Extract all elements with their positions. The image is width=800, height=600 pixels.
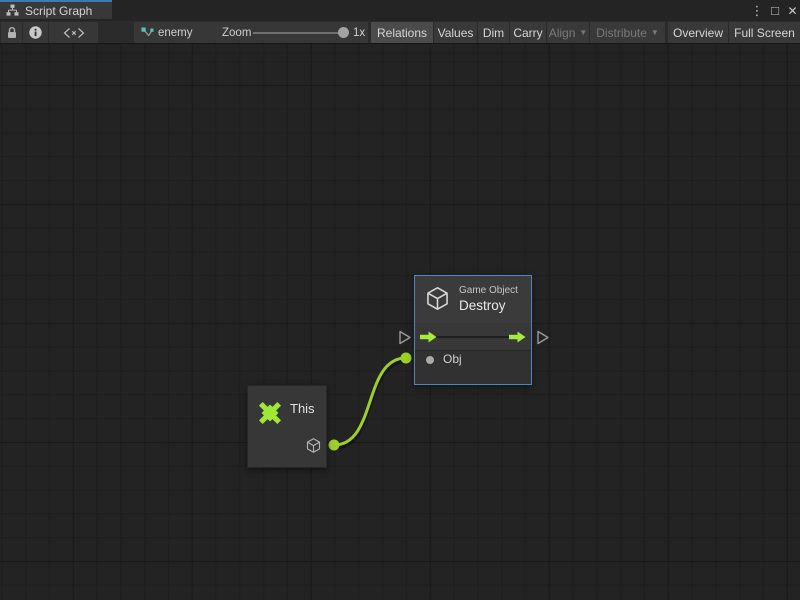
- graph-asset-icon: [138, 22, 156, 43]
- overview-button[interactable]: Overview: [668, 22, 729, 43]
- graph-hierarchy-icon: [6, 4, 19, 17]
- flow-input-triangle-icon[interactable]: [398, 330, 412, 345]
- this-node-title: This: [290, 401, 315, 416]
- relations-button[interactable]: Relations: [371, 22, 434, 43]
- dim-button[interactable]: Dim: [478, 22, 510, 43]
- flow-out-arrow-icon[interactable]: [509, 331, 526, 343]
- connector-visibility-button[interactable]: [49, 22, 98, 43]
- title-bar: Script Graph ⋮ □ ✕: [0, 0, 800, 21]
- game-object-cube-icon: [424, 285, 451, 312]
- game-object-output-port-cube-icon[interactable]: [305, 437, 322, 454]
- connection-layer: [0, 44, 800, 600]
- values-label: Values: [438, 26, 474, 40]
- carry-button[interactable]: Carry: [510, 22, 547, 43]
- destroy-node-flow-row: [415, 323, 531, 351]
- flow-output-triangle-icon[interactable]: [536, 330, 550, 345]
- full-screen-label: Full Screen: [734, 26, 795, 40]
- align-label: Align: [549, 26, 576, 40]
- obj-input-port[interactable]: [426, 356, 434, 364]
- zoom-slider-track[interactable]: [253, 32, 341, 34]
- close-icon[interactable]: ✕: [785, 0, 800, 21]
- info-icon: [29, 26, 42, 39]
- code-angle-icon: [63, 27, 85, 39]
- graph-name-label: enemy: [158, 21, 193, 44]
- values-button[interactable]: Values: [434, 22, 478, 43]
- dim-label: Dim: [483, 26, 504, 40]
- tab-script-graph[interactable]: Script Graph: [0, 0, 112, 19]
- zoom-label: Zoom: [222, 21, 251, 44]
- wire-start-dot: [329, 440, 340, 451]
- maximize-icon[interactable]: □: [767, 0, 783, 21]
- carry-label: Carry: [513, 26, 542, 40]
- relations-label: Relations: [377, 26, 427, 40]
- destroy-node-name: Destroy: [459, 298, 506, 313]
- node-this[interactable]: This: [247, 385, 327, 468]
- overview-label: Overview: [673, 26, 723, 40]
- obj-port-label: Obj: [443, 352, 462, 366]
- zoom-level-value: 1x: [353, 21, 365, 44]
- node-destroy[interactable]: Game Object Destroy Obj: [414, 275, 532, 385]
- graph-toolbar: enemy Zoom 1x Relations Values Dim Carry…: [0, 21, 800, 44]
- destroy-node-category: Game Object: [459, 285, 518, 296]
- relation-line: [436, 336, 510, 338]
- lock-button[interactable]: [1, 22, 22, 43]
- destroy-node-header: Game Object Destroy: [415, 276, 531, 323]
- align-button[interactable]: Align ▼: [547, 22, 590, 43]
- chevron-down-icon: ▼: [651, 29, 659, 37]
- tab-title: Script Graph: [25, 4, 92, 18]
- value-wire[interactable]: [334, 358, 406, 445]
- full-screen-button[interactable]: Full Screen: [729, 22, 800, 43]
- flow-in-arrow-icon[interactable]: [420, 331, 437, 343]
- distribute-label: Distribute: [596, 26, 647, 40]
- window-menu-icon[interactable]: ⋮: [750, 0, 764, 21]
- lock-icon: [6, 26, 18, 39]
- distribute-button[interactable]: Distribute ▼: [590, 22, 665, 43]
- info-button[interactable]: [23, 22, 48, 43]
- destroy-node-obj-row: Obj: [415, 351, 531, 384]
- this-self-icon: [255, 398, 285, 428]
- script-graph-window: Script Graph ⋮ □ ✕: [0, 0, 800, 600]
- graph-canvas[interactable]: This Game Object Destroy: [0, 44, 800, 600]
- zoom-slider-handle[interactable]: [338, 27, 349, 38]
- wire-end-dot: [401, 353, 412, 364]
- chevron-down-icon: ▼: [579, 29, 587, 37]
